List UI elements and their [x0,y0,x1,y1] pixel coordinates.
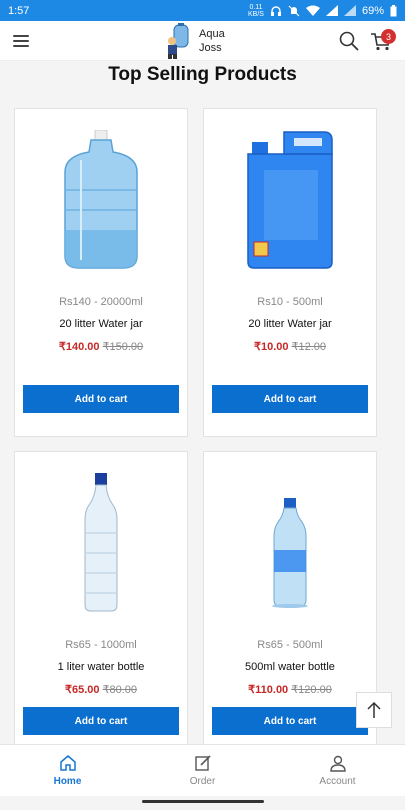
nav-home-label: Home [53,776,82,787]
add-to-cart-button[interactable]: Add to cart [212,385,368,413]
product-card[interactable]: Rs140 - 20000ml 20 litter Water jar ₹140… [14,108,188,437]
scroll-to-top-button[interactable] [356,692,392,728]
section-title: Top Selling Products [108,64,297,85]
product-price: ₹110.00 [248,684,289,696]
water-can-image [247,130,333,269]
nav-account-label: Account [319,776,356,787]
product-image[interactable] [15,117,187,282]
nav-order[interactable]: Order [135,745,270,796]
battery-icon [390,4,397,16]
nav-account[interactable]: Account [270,745,405,796]
water-bottle-1l-image [84,472,118,611]
user-icon [329,755,346,772]
product-image[interactable] [204,117,376,282]
mute-icon [288,5,300,16]
product-prices: ₹10.00 ₹12.00 [204,340,376,353]
product-image[interactable] [15,460,187,625]
wifi-icon [305,5,320,16]
system-gesture-handle[interactable] [142,800,264,803]
product-price: ₹65.00 [64,684,100,696]
home-icon [59,755,76,771]
product-variant: Rs140 - 20000ml [59,296,143,308]
product-price: ₹140.00 [58,341,100,353]
add-to-cart-button[interactable]: Add to cart [23,385,179,413]
battery-percent: 69% [361,4,384,17]
product-card[interactable]: Rs10 - 500ml 20 litter Water jar ₹10.00 ₹… [203,108,377,437]
product-image[interactable] [204,460,376,625]
brand-name-line1: Aqua [199,28,225,40]
product-price: ₹10.00 [253,341,289,353]
water-jar-image [64,129,138,269]
status-bar: 1:57 0.11 KB/S 69% [0,0,405,21]
bottom-navigation: Home Order Account [0,744,405,796]
product-old-price: ₹120.00 [291,684,332,696]
status-time: 1:57 [8,4,30,17]
signal-icon-2 [343,5,356,16]
product-title[interactable]: 1 liter water bottle [15,661,187,673]
water-bottle-500ml-image [272,497,308,608]
product-old-price: ₹80.00 [102,684,138,696]
product-prices: ₹140.00 ₹150.00 [15,340,187,353]
water-delivery-logo-icon [168,23,189,59]
network-speed: 0.11 KB/S [248,4,264,18]
product-old-price: ₹12.00 [291,341,327,353]
product-variant: Rs65 - 500ml [257,639,323,651]
product-card[interactable]: Rs65 - 500ml 500ml water bottle ₹110.00 ₹… [203,451,377,751]
product-prices: ₹65.00 ₹80.00 [15,683,187,696]
network-speed-value: 0.11 [249,3,263,11]
edit-icon [194,755,211,771]
arrow-up-icon [367,701,381,718]
add-to-cart-button[interactable]: Add to cart [212,707,368,735]
signal-icon [325,5,338,16]
headphones-icon [270,5,281,16]
product-old-price: ₹150.00 [102,341,144,353]
product-card[interactable]: Rs65 - 1000ml 1 liter water bottle ₹65.0… [14,451,188,751]
product-prices: ₹110.00 ₹120.00 [204,683,376,696]
add-to-cart-button[interactable]: Add to cart [23,707,179,735]
product-variant: Rs10 - 500ml [257,296,323,308]
nav-order-label: Order [189,776,216,787]
menu-line [13,35,29,37]
product-variant: Rs65 - 1000ml [65,639,137,651]
menu-line [13,40,29,42]
product-title[interactable]: 20 litter Water jar [204,318,376,330]
product-title[interactable]: 500ml water bottle [204,661,376,673]
brand-name-line2: Joss [199,42,222,54]
search-icon[interactable] [338,30,360,52]
app-header: Aqua Joss [0,21,405,61]
product-title[interactable]: 20 litter Water jar [15,318,187,330]
nav-home[interactable]: Home [0,745,135,796]
cart-count-badge: 3 [381,29,396,44]
menu-button[interactable] [12,33,30,49]
brand-logo[interactable]: Aqua Joss [165,23,225,59]
menu-line [13,45,29,47]
network-speed-unit: KB/S [248,10,264,18]
